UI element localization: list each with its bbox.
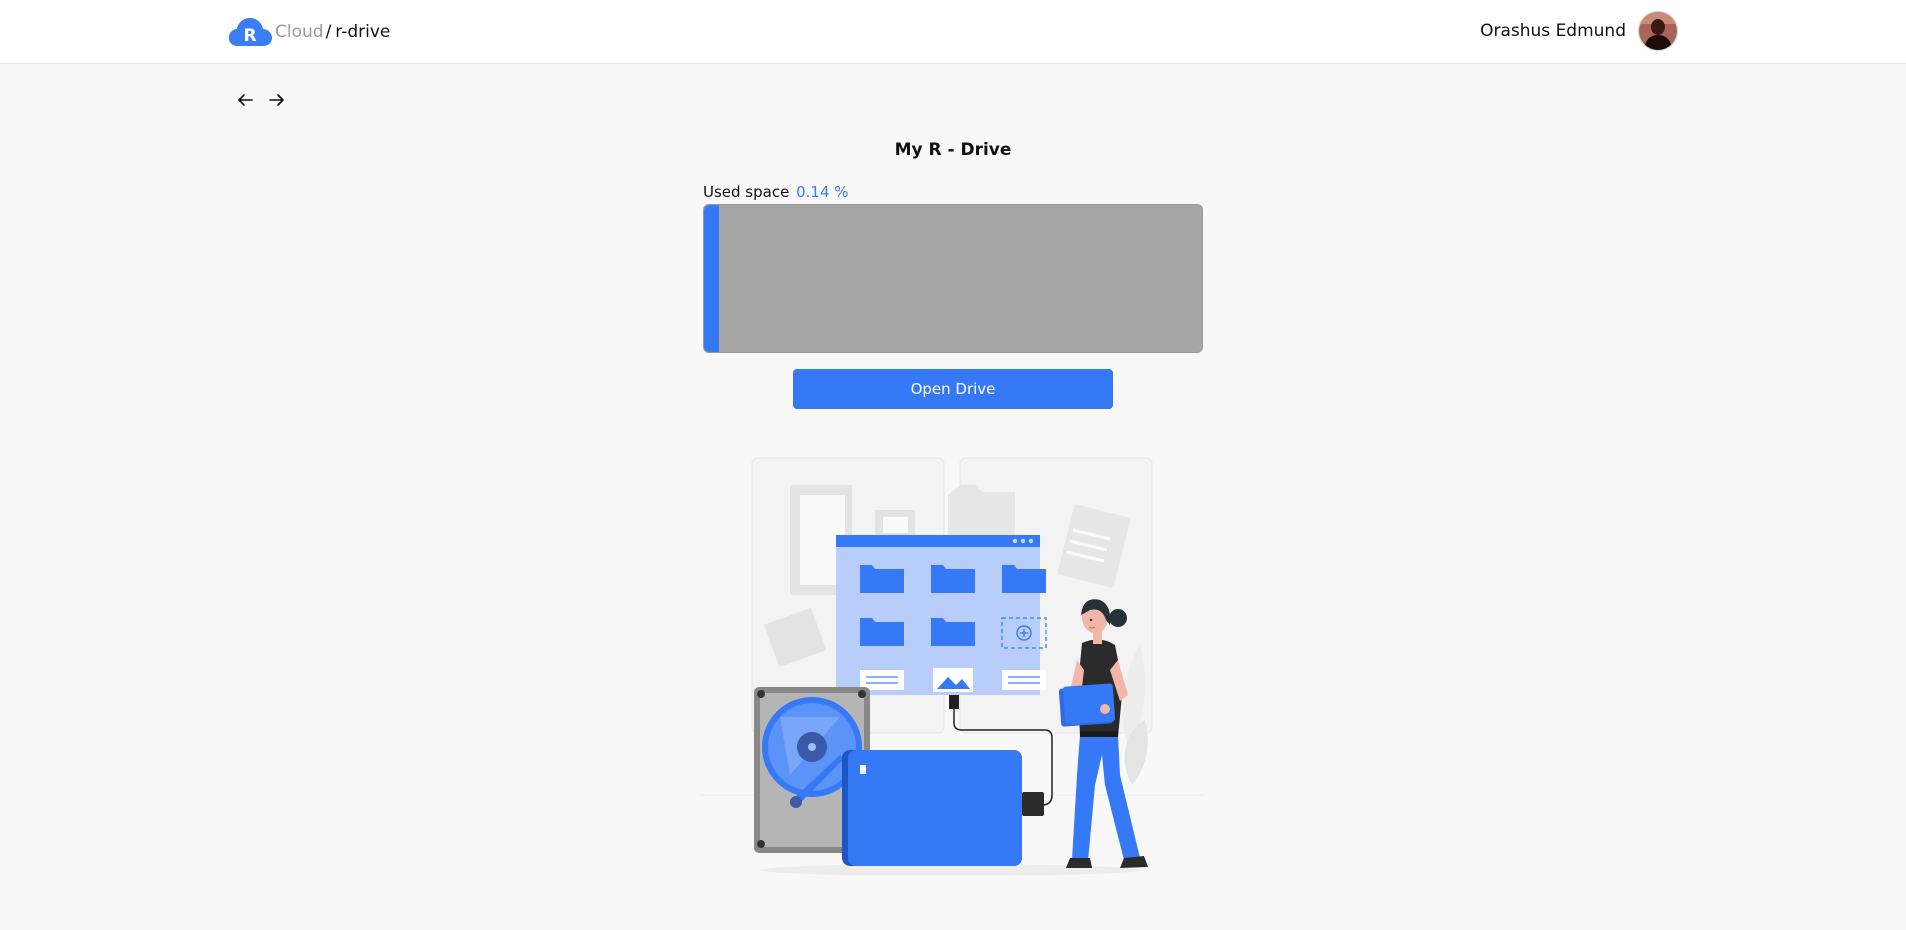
used-space-row: Used space 0.14 % bbox=[703, 182, 1203, 202]
cloud-logo-icon: R bbox=[228, 16, 272, 48]
page-title: My R - Drive bbox=[894, 140, 1012, 160]
used-space-label: Used space bbox=[703, 183, 790, 201]
open-drive-button[interactable]: Open Drive bbox=[793, 369, 1113, 409]
drive-overview: My R - Drive Used space 0.14 % Open Driv… bbox=[703, 138, 1203, 409]
app-name: Cloud bbox=[275, 22, 324, 42]
brand-link[interactable]: R Cloud / r-drive bbox=[228, 15, 390, 49]
back-button[interactable] bbox=[234, 88, 256, 112]
breadcrumb-separator: / bbox=[325, 22, 332, 42]
breadcrumb-current-page: r-drive bbox=[335, 22, 391, 42]
user-name: Orashus Edmund bbox=[1480, 21, 1626, 41]
arrow-right-icon bbox=[269, 94, 284, 106]
history-navigation bbox=[234, 88, 288, 112]
forward-button[interactable] bbox=[266, 88, 288, 112]
user-menu[interactable]: Orashus Edmund bbox=[1480, 11, 1678, 51]
used-space-value: 0.14 % bbox=[796, 183, 849, 201]
arrow-left-icon bbox=[238, 94, 253, 106]
used-space-progress-fill bbox=[704, 205, 719, 352]
drive-illustration bbox=[700, 455, 1210, 876]
logo-letter: R bbox=[243, 26, 256, 46]
top-bar: R Cloud / r-drive Orashus Edmund bbox=[0, 0, 1906, 64]
used-space-progress-bar bbox=[703, 204, 1203, 353]
avatar[interactable] bbox=[1638, 11, 1678, 51]
